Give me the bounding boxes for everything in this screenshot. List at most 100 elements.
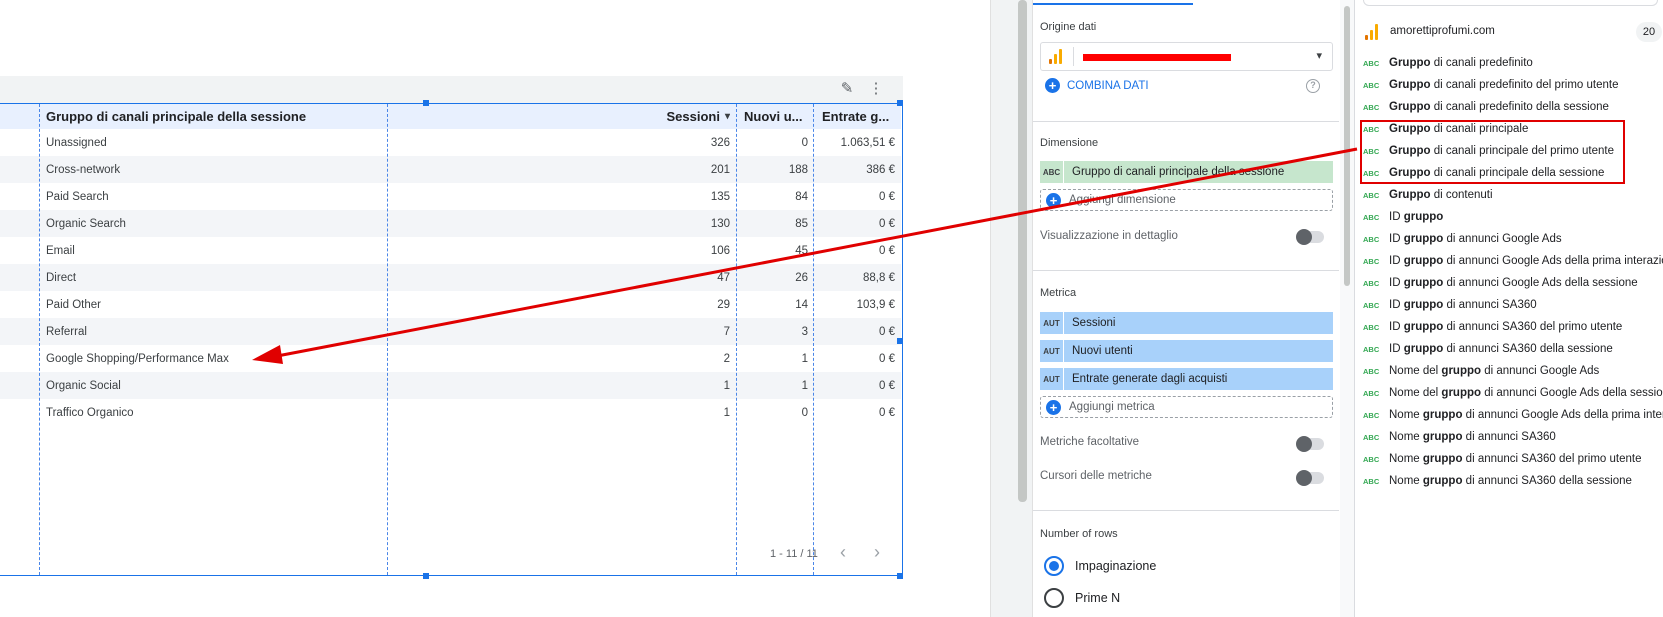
- row-sessions: 130: [710, 217, 730, 230]
- table-row[interactable]: Paid Search 135 84 0 €: [0, 183, 901, 210]
- field-name-match: gruppo: [1403, 299, 1444, 311]
- field-name: Nome gruppo di annunci SA360 del primo u…: [1389, 453, 1642, 465]
- table-row[interactable]: Unassigned 326 0 1.063,51 €: [0, 129, 901, 156]
- edit-icon[interactable]: ✎: [838, 80, 856, 98]
- resize-handle[interactable]: [897, 573, 903, 579]
- resize-handle[interactable]: [897, 338, 903, 344]
- plus-icon: +: [1045, 78, 1060, 93]
- field-name: Gruppo di canali predefinito: [1389, 57, 1533, 69]
- add-metric-button[interactable]: + Aggiungi metrica: [1040, 396, 1333, 418]
- resize-handle[interactable]: [423, 100, 429, 106]
- field-name: ID gruppo di annunci SA360 del primo ute…: [1389, 321, 1622, 333]
- field-item[interactable]: ABC Nome del gruppo di annunci Google Ads: [1363, 360, 1663, 382]
- field-item[interactable]: ABC ID gruppo di annunci SA360 della sess…: [1363, 338, 1663, 360]
- help-icon[interactable]: ?: [1306, 79, 1320, 93]
- blend-data-label: COMBINA DATI: [1067, 79, 1149, 92]
- plus-icon: +: [1046, 399, 1061, 415]
- row-channel: Paid Other: [46, 298, 101, 311]
- row-new-users: 84: [795, 190, 808, 203]
- field-item[interactable]: ABC ID gruppo di annunci SA360 del primo …: [1363, 316, 1663, 338]
- metric-chip[interactable]: AUT Nuovi utenti: [1040, 340, 1333, 362]
- field-item[interactable]: ABC Gruppo di canali predefinito: [1363, 52, 1663, 74]
- field-item[interactable]: ABC Nome gruppo di annunci SA360 del prim…: [1363, 448, 1663, 470]
- metric-chip[interactable]: AUT Entrate generate dagli acquisti: [1040, 368, 1333, 390]
- field-name-match: Gruppo: [1389, 57, 1431, 69]
- blend-data-button[interactable]: + COMBINA DATI: [1045, 78, 1149, 93]
- table-row[interactable]: Referral 7 3 0 €: [0, 318, 901, 345]
- table-row[interactable]: Paid Other 29 14 103,9 €: [0, 291, 901, 318]
- data-source-select[interactable]: ▾: [1040, 42, 1333, 71]
- type-aut-icon: AUT: [1040, 340, 1064, 362]
- field-item[interactable]: ABC Nome gruppo di annunci SA360 della se…: [1363, 470, 1663, 492]
- field-item[interactable]: ABC ID gruppo di annunci Google Ads della…: [1363, 250, 1663, 272]
- add-dimension-button[interactable]: + Aggiungi dimensione: [1040, 189, 1333, 211]
- table-row[interactable]: Organic Social 1 1 0 €: [0, 372, 901, 399]
- previous-page-button[interactable]: ‹: [840, 542, 846, 563]
- table-row[interactable]: Traffico Organico 1 0 0 €: [0, 399, 901, 426]
- chart-toolbar: ✎ ⋮: [0, 76, 903, 103]
- row-sessions: 201: [710, 163, 730, 176]
- field-name-prefix: Nome: [1389, 453, 1423, 465]
- row-revenue: 103,9 €: [856, 298, 895, 311]
- field-item[interactable]: ABC Gruppo di canali predefinito della se…: [1363, 96, 1663, 118]
- resize-handle[interactable]: [423, 573, 429, 579]
- table-chart[interactable]: ✎ ⋮ Gruppo di canali principale della se…: [0, 76, 903, 579]
- resize-handle[interactable]: [897, 100, 903, 106]
- field-name-suffix: di annunci Google Ads della prima inter…: [1462, 409, 1663, 421]
- row-channel: Google Shopping/Performance Max: [46, 352, 229, 365]
- field-name-suffix: di annunci SA360 della sessione: [1443, 343, 1613, 355]
- table-row[interactable]: Google Shopping/Performance Max 2 1 0 €: [0, 345, 901, 372]
- row-new-users: 26: [795, 271, 808, 284]
- row-sessions: 106: [710, 244, 730, 257]
- table-row[interactable]: Cross-network 201 188 386 €: [0, 156, 901, 183]
- type-abc-icon: ABC: [1363, 432, 1380, 442]
- metric-section-label: Metrica: [1040, 287, 1077, 299]
- type-aut-icon: AUT: [1040, 368, 1064, 390]
- tab-setup[interactable]: [1033, 0, 1193, 5]
- canvas-scrollbar[interactable]: [1018, 0, 1027, 502]
- radio-pagination[interactable]: [1044, 556, 1064, 576]
- header-new-users[interactable]: Nuovi u...: [740, 104, 808, 129]
- row-revenue: 386 €: [866, 163, 895, 176]
- header-dimension[interactable]: Gruppo di canali principale della sessio…: [46, 104, 386, 129]
- optional-metrics-toggle[interactable]: [1296, 436, 1324, 452]
- drilldown-toggle[interactable]: [1296, 229, 1324, 245]
- header-sessions[interactable]: Sessioni ▾: [392, 104, 731, 129]
- field-item[interactable]: ABC Nome del gruppo di annunci Google Ads…: [1363, 382, 1663, 404]
- field-item[interactable]: ABC Nome gruppo di annunci Google Ads del…: [1363, 404, 1663, 426]
- dimension-chip[interactable]: ABC Gruppo di canali principale della se…: [1040, 161, 1333, 183]
- field-item[interactable]: ABC ID gruppo di annunci Google Ads della…: [1363, 272, 1663, 294]
- field-item[interactable]: ABC Nome gruppo di annunci SA360: [1363, 426, 1663, 448]
- type-abc-icon: ABC: [1363, 454, 1380, 464]
- row-channel: Email: [46, 244, 75, 257]
- table-row[interactable]: Email 106 45 0 €: [0, 237, 901, 264]
- table-header: Gruppo di canali principale della sessio…: [0, 104, 901, 129]
- field-name-prefix: ID: [1389, 211, 1404, 223]
- type-abc-icon: ABC: [1363, 476, 1380, 486]
- field-item[interactable]: ABC Gruppo di canali predefinito del prim…: [1363, 74, 1663, 96]
- metric-sliders-toggle[interactable]: [1296, 470, 1324, 486]
- more-vert-icon[interactable]: ⋮: [867, 80, 885, 98]
- field-item[interactable]: ABC ID gruppo: [1363, 206, 1663, 228]
- add-metric-label: Aggiungi metrica: [1069, 401, 1155, 413]
- dimension-section-label: Dimensione: [1040, 137, 1099, 149]
- field-name-suffix: di canali predefinito: [1430, 57, 1533, 69]
- field-item[interactable]: ABC ID gruppo di annunci SA360: [1363, 294, 1663, 316]
- field-item[interactable]: ABC ID gruppo di annunci Google Ads: [1363, 228, 1663, 250]
- type-abc-icon: ABC: [1363, 344, 1380, 354]
- metric-chip[interactable]: AUT Sessioni: [1040, 312, 1333, 334]
- table-row[interactable]: Organic Search 130 85 0 €: [0, 210, 901, 237]
- panel-scrollbar[interactable]: [1344, 6, 1350, 286]
- field-name-suffix: di annunci SA360 del primo utente: [1462, 453, 1642, 465]
- table-row[interactable]: Direct 47 26 88,8 €: [0, 264, 901, 291]
- field-name-match: gruppo: [1441, 365, 1482, 377]
- field-name-suffix: di canali predefinito del primo utente: [1430, 79, 1619, 91]
- header-revenue[interactable]: Entrate g...: [818, 104, 895, 129]
- row-revenue: 0 €: [879, 217, 895, 230]
- next-page-button[interactable]: ›: [874, 542, 880, 563]
- google-analytics-icon: [1365, 24, 1378, 40]
- field-item[interactable]: ABC Gruppo di contenuti: [1363, 184, 1663, 206]
- field-name-suffix: di annunci SA360 del primo utente: [1443, 321, 1623, 333]
- field-name-match: gruppo: [1441, 387, 1482, 399]
- radio-top-n[interactable]: [1044, 588, 1064, 608]
